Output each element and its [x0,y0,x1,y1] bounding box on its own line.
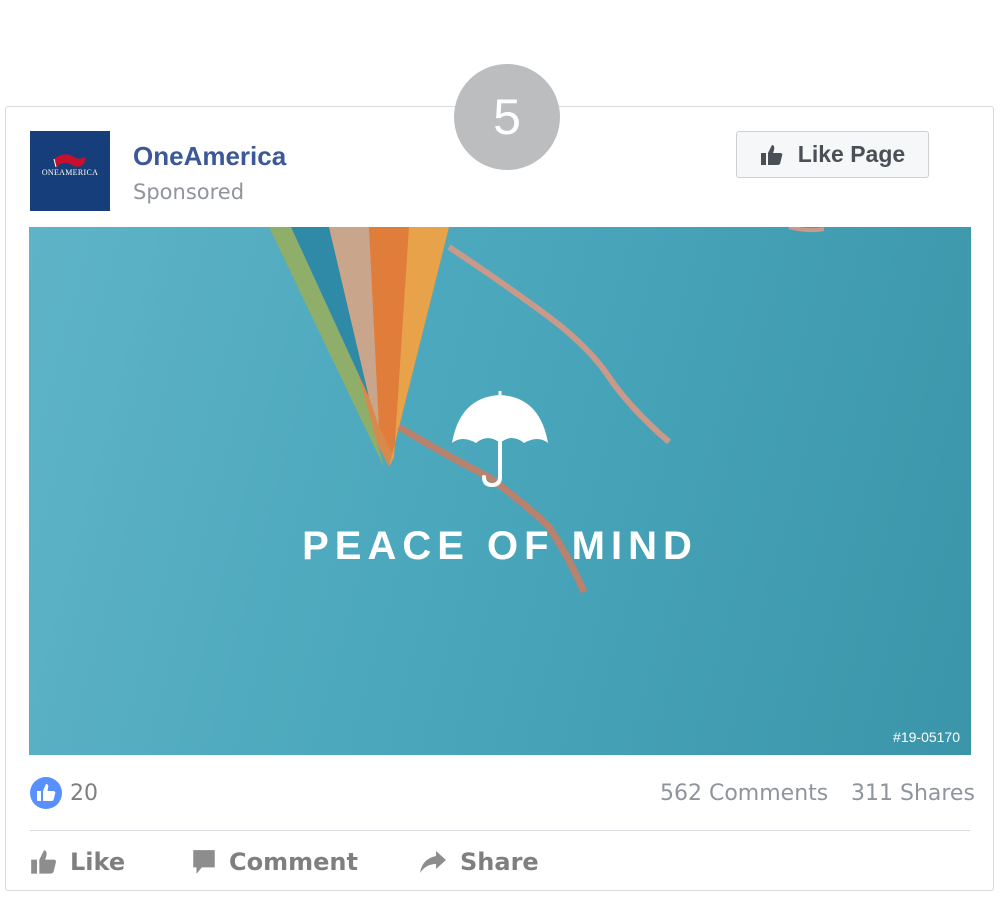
ad-reference-code: #19-05170 [893,729,960,745]
thumbs-up-icon [31,850,57,874]
like-page-button[interactable]: Like Page [736,131,929,178]
reaction-count[interactable]: 20 [70,781,98,806]
comments-count-link[interactable]: 562 Comments [660,781,828,806]
kite-graphic [269,227,825,594]
like-reaction-icon[interactable] [30,777,62,809]
umbrella-icon [452,391,548,488]
share-button[interactable]: Share [418,845,539,879]
like-page-label: Like Page [797,141,906,167]
share-button-label: Share [460,848,539,876]
logo-wordmark: ONEAMERICA [41,168,99,177]
ad-headline: PEACE OF MIND [302,524,698,568]
like-button[interactable]: Like [30,845,125,879]
comment-button-label: Comment [229,848,358,876]
like-button-label: Like [70,848,126,876]
comment-bubble-icon [193,850,215,874]
step-number-badge: 5 [454,64,560,170]
comment-button[interactable]: Comment [191,845,358,879]
page-name-link[interactable]: OneAmerica [133,141,286,172]
action-divider [30,830,970,831]
share-arrow-icon [420,851,446,873]
page-avatar[interactable]: ONEAMERICA [30,131,110,211]
shares-count-link[interactable]: 311 Shares [851,781,975,806]
ad-image[interactable]: PEACE OF MIND #19-05170 [29,227,971,755]
thumbs-up-icon [760,144,783,165]
sponsored-label[interactable]: Sponsored [133,180,244,204]
